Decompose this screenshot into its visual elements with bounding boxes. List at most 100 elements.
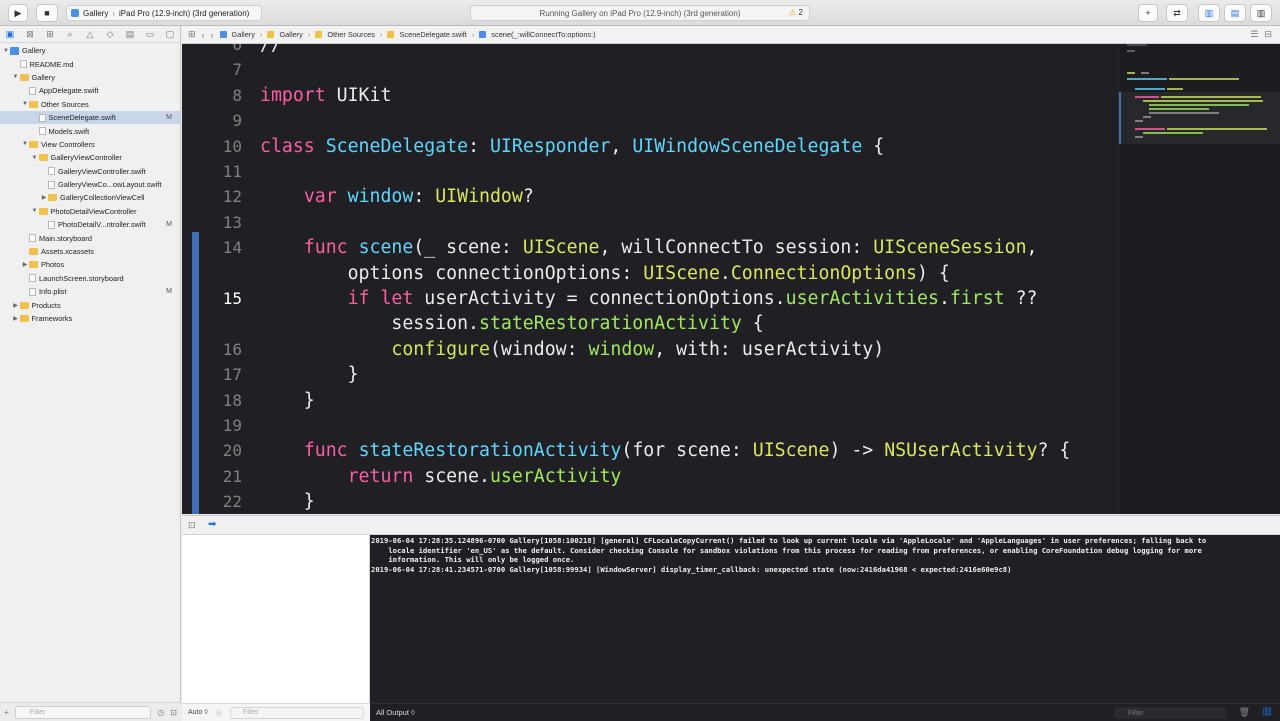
console[interactable]: 2019-06-04 17:28:35.124896-0700 Gallery[… — [370, 535, 1280, 721]
navigator-item[interactable]: ▼ Gallery — [0, 71, 180, 84]
recent-files-icon[interactable]: ◷ — [157, 708, 164, 717]
navigator-item[interactable]: ▼ PhotoDetailViewController — [0, 205, 180, 218]
stop-button[interactable]: ■ — [36, 4, 58, 22]
disclosure-triangle-icon[interactable]: ▶ — [12, 302, 20, 309]
code-line[interactable]: 18 } — [182, 388, 1117, 413]
disclosure-triangle-icon[interactable]: ▼ — [12, 74, 20, 80]
code-line[interactable]: 12 var window: UIWindow? — [182, 184, 1117, 209]
find-icon[interactable]: ⌕ — [64, 29, 76, 40]
code-line[interactable]: 11 — [182, 159, 1117, 184]
navigator-item[interactable]: ▶ Photos — [0, 258, 180, 271]
code-line[interactable]: 20 func stateRestorationActivity(for sce… — [182, 438, 1117, 463]
info-icon[interactable]: ◎ — [216, 709, 222, 717]
navigator-item[interactable]: ▶ Frameworks — [0, 312, 180, 325]
minimap[interactable] — [1118, 44, 1280, 514]
code-line[interactable]: 15 if let userActivity = connectionOptio… — [182, 286, 1117, 311]
forward-icon[interactable]: › — [211, 30, 214, 40]
breadcrumb-item[interactable]: Gallery — [232, 30, 255, 39]
code-line[interactable]: options connectionOptions: UIScene.Conne… — [182, 261, 1117, 286]
code-line[interactable]: 10 class SceneDelegate: UIResponder, UIWi… — [182, 134, 1117, 159]
scheme-selector[interactable]: Gallery › iPad Pro (12.9-inch) (3rd gene… — [66, 5, 262, 21]
code-line[interactable]: 19 — [182, 413, 1117, 438]
code-line[interactable]: session.stateRestorationActivity { — [182, 311, 1117, 336]
variables-filter-input[interactable]: Filter — [229, 706, 364, 719]
breadcrumb-item[interactable]: Gallery — [279, 30, 302, 39]
navigator-item[interactable]: Assets.xcassets — [0, 245, 180, 258]
navigator-item-label: LaunchScreen.storyboard — [39, 273, 124, 283]
add-icon[interactable]: + — [4, 708, 9, 717]
navigator-item[interactable]: ▶ GalleryCollectionViewCell — [0, 191, 180, 204]
code-line[interactable]: 21 return scene.userActivity — [182, 464, 1117, 489]
disclosure-triangle-icon[interactable]: ▶ — [12, 315, 20, 322]
navigator-item[interactable]: ▼ GalleryViewController — [0, 151, 180, 164]
trash-icon[interactable]: 🗑 — [1239, 707, 1250, 718]
code-line[interactable]: 6 // — [182, 44, 1117, 57]
split-view-icon[interactable]: ▥ — [1263, 706, 1272, 717]
related-items-icon[interactable]: ⊞ — [188, 29, 196, 40]
navigator-toggle-icon[interactable]: ▥ — [1198, 4, 1220, 22]
disclosure-triangle-icon[interactable]: ▼ — [21, 141, 29, 147]
console-toggle-icon[interactable]: ➡ — [208, 519, 216, 530]
navigator-item[interactable]: LaunchScreen.storyboard — [0, 272, 180, 285]
minimap-viewport[interactable] — [1119, 92, 1280, 144]
back-icon[interactable]: ‹ — [202, 30, 205, 40]
add-editor-icon[interactable]: ⊟ — [1264, 29, 1272, 40]
report-icon[interactable]: ▢ — [164, 29, 176, 40]
output-filter-select[interactable]: All Output ◊ — [376, 708, 415, 717]
debug-area-toggle-icon[interactable]: ▤ — [1224, 4, 1246, 22]
symbol-icon[interactable]: ⊞ — [44, 29, 56, 40]
code-token: func — [303, 440, 348, 462]
disclosure-triangle-icon[interactable]: ▼ — [2, 48, 10, 54]
navigator-item[interactable]: ▼ Other Sources — [0, 98, 180, 111]
navigator-item[interactable]: GalleryViewController.swift — [0, 165, 180, 178]
navigator-item[interactable]: Info.plist M — [0, 285, 180, 298]
navigator-item[interactable]: SceneDelegate.swift M — [0, 110, 180, 125]
folder-icon[interactable]: ▣ — [4, 29, 16, 40]
debug-icon[interactable]: ▤ — [124, 29, 136, 40]
navigator-item[interactable]: ▼ Gallery — [0, 44, 180, 57]
navigator-item[interactable]: Models.swift — [0, 124, 180, 137]
navigator-item[interactable]: ▼ View Controllers — [0, 138, 180, 151]
navigator-item[interactable]: PhotoDetailV...ntroller.swift M — [0, 218, 180, 231]
navigator-item[interactable]: Main.storyboard — [0, 231, 180, 244]
code-review-button[interactable]: ⇄ — [1166, 4, 1188, 22]
hide-debug-area-icon[interactable]: ⊡ — [188, 520, 196, 531]
navigator-item[interactable]: GalleryViewCo...owLayout.swift — [0, 178, 180, 191]
test-icon[interactable]: ◇ — [104, 29, 116, 40]
scm-filter-icon[interactable]: ⊡ — [170, 708, 177, 717]
warnings-badge[interactable]: ⚠ 2 — [789, 8, 803, 17]
code-line[interactable]: 8 import UIKit — [182, 83, 1117, 108]
breadcrumb-item[interactable]: scene(_:willConnectTo:options:) — [491, 30, 595, 39]
code-line[interactable]: 9 — [182, 108, 1117, 133]
folder-icon — [29, 140, 38, 148]
source-editor[interactable]: 6 // 7 8 import UIKit 9 10 class SceneDelegate:… — [182, 44, 1280, 514]
source-control-icon[interactable]: ⊠ — [24, 29, 36, 40]
console-filter-input[interactable]: Filter — [1114, 707, 1226, 719]
code-line[interactable]: 14 func scene(_ scene: UIScene, willConn… — [182, 235, 1117, 260]
disclosure-triangle-icon[interactable]: ▼ — [31, 155, 39, 161]
breadcrumb-item[interactable]: SceneDelegate.swift — [399, 30, 466, 39]
navigator-item-label: README.md — [29, 59, 74, 69]
library-button[interactable]: + — [1138, 4, 1158, 22]
navigator-item[interactable]: ▶ Products — [0, 298, 180, 311]
disclosure-triangle-icon[interactable]: ▶ — [40, 194, 48, 201]
navigator-filter-input[interactable]: Filter — [14, 705, 152, 719]
code-line[interactable]: 7 — [182, 57, 1117, 82]
navigator-item[interactable]: AppDelegate.swift — [0, 84, 180, 97]
disclosure-triangle-icon[interactable]: ▼ — [21, 101, 29, 107]
run-button[interactable]: ▶ — [8, 4, 28, 22]
navigator-item[interactable]: README.md — [0, 57, 180, 70]
issue-icon[interactable]: △ — [84, 29, 96, 40]
disclosure-triangle-icon[interactable]: ▶ — [21, 261, 29, 268]
disclosure-triangle-icon[interactable]: ▼ — [31, 208, 39, 214]
inspector-toggle-icon[interactable]: ▥ — [1250, 4, 1272, 22]
code-line[interactable]: 13 — [182, 210, 1117, 235]
code-line[interactable]: 22 } — [182, 489, 1117, 514]
auto-scope-select[interactable]: Auto ◊ — [188, 709, 208, 716]
folder-icon — [38, 154, 48, 162]
adjust-editor-icon[interactable]: ☰ — [1250, 29, 1258, 40]
code-line[interactable]: 16 configure(window: window, with: userA… — [182, 337, 1117, 362]
breakpoint-icon[interactable]: ▭ — [144, 29, 156, 40]
code-line[interactable]: 17 } — [182, 362, 1117, 387]
breadcrumb-item[interactable]: Other Sources — [327, 30, 375, 39]
